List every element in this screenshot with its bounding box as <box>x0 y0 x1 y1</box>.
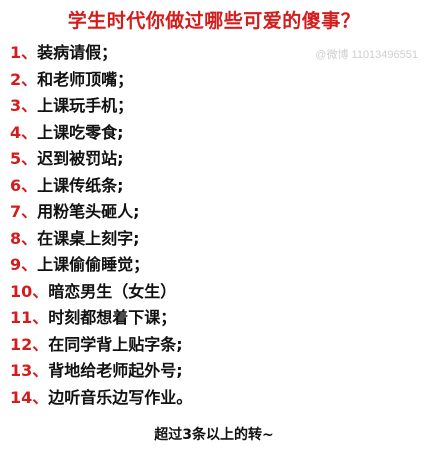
item-number: 9、 <box>10 255 38 274</box>
item-text: 在同学背上贴字条; <box>48 334 183 354</box>
list-item: 13、背地给老师起外号; <box>10 358 418 385</box>
list-item: 11、时刻都想着下课； <box>10 305 418 332</box>
item-text: 时刻都想着下课； <box>48 308 177 327</box>
list-item: 14、边听音乐边写作业。 <box>10 385 418 412</box>
list-item: 4、上课吃零食; <box>10 120 418 147</box>
item-number: 5、 <box>10 149 38 168</box>
item-number: 11、 <box>10 308 49 327</box>
item-number: 10、 <box>10 281 49 301</box>
list-item: 2、和老师顶嘴； <box>10 67 418 94</box>
image-post: 学生时代你做过哪些可爱的傻事？ @微博 11013496551 1、装病请假； … <box>0 0 428 451</box>
list-item: 12、在同学背上贴字条; <box>10 332 418 359</box>
item-text: 背地给老师起外号; <box>48 361 183 380</box>
list-item: 9、上课偷偷睡觉； <box>10 252 418 279</box>
item-text: 在课桌上刻字; <box>37 228 140 248</box>
list-item: 7、用粉笔头砸人; <box>10 199 418 226</box>
item-text: 用粉笔头砸人; <box>37 202 140 221</box>
item-text: 上课传纸条; <box>37 175 124 195</box>
footer-caption: 超过3条以上的转~ <box>154 427 274 443</box>
silly-things-list: 1、装病请假； 2、和老师顶嘴； 3、上课玩手机； 4、上课吃零食; 5、迟到被… <box>10 40 418 411</box>
list-item: 8、在课桌上刻字; <box>10 226 418 253</box>
item-text: 迟到被罚站; <box>37 149 124 168</box>
item-number: 7、 <box>10 202 38 221</box>
list-item: 3、上课玩手机； <box>10 93 418 120</box>
item-number: 2、 <box>10 69 38 89</box>
item-number: 8、 <box>10 228 38 248</box>
list-item: 1、装病请假； <box>10 40 418 67</box>
item-text: 装病请假； <box>37 43 118 62</box>
list-item: 6、上课传纸条; <box>10 173 418 200</box>
item-number: 13、 <box>10 361 49 380</box>
item-number: 14、 <box>10 387 49 407</box>
list-item: 5、迟到被罚站; <box>10 146 418 173</box>
item-text: 和老师顶嘴； <box>37 69 134 89</box>
item-number: 4、 <box>10 122 38 142</box>
item-text: 暗恋男生（女生） <box>48 281 177 301</box>
page-title: 学生时代你做过哪些可爱的傻事？ <box>67 10 361 32</box>
item-number: 12、 <box>10 334 49 354</box>
item-text: 上课玩手机； <box>37 96 134 115</box>
item-number: 1、 <box>10 43 38 62</box>
item-text: 上课偷偷睡觉； <box>37 255 150 274</box>
item-number: 6、 <box>10 175 38 195</box>
list-item: 10、暗恋男生（女生） <box>10 279 418 306</box>
item-number: 3、 <box>10 96 38 115</box>
item-text: 边听音乐边写作业。 <box>48 387 193 407</box>
item-text: 上课吃零食; <box>37 122 124 142</box>
